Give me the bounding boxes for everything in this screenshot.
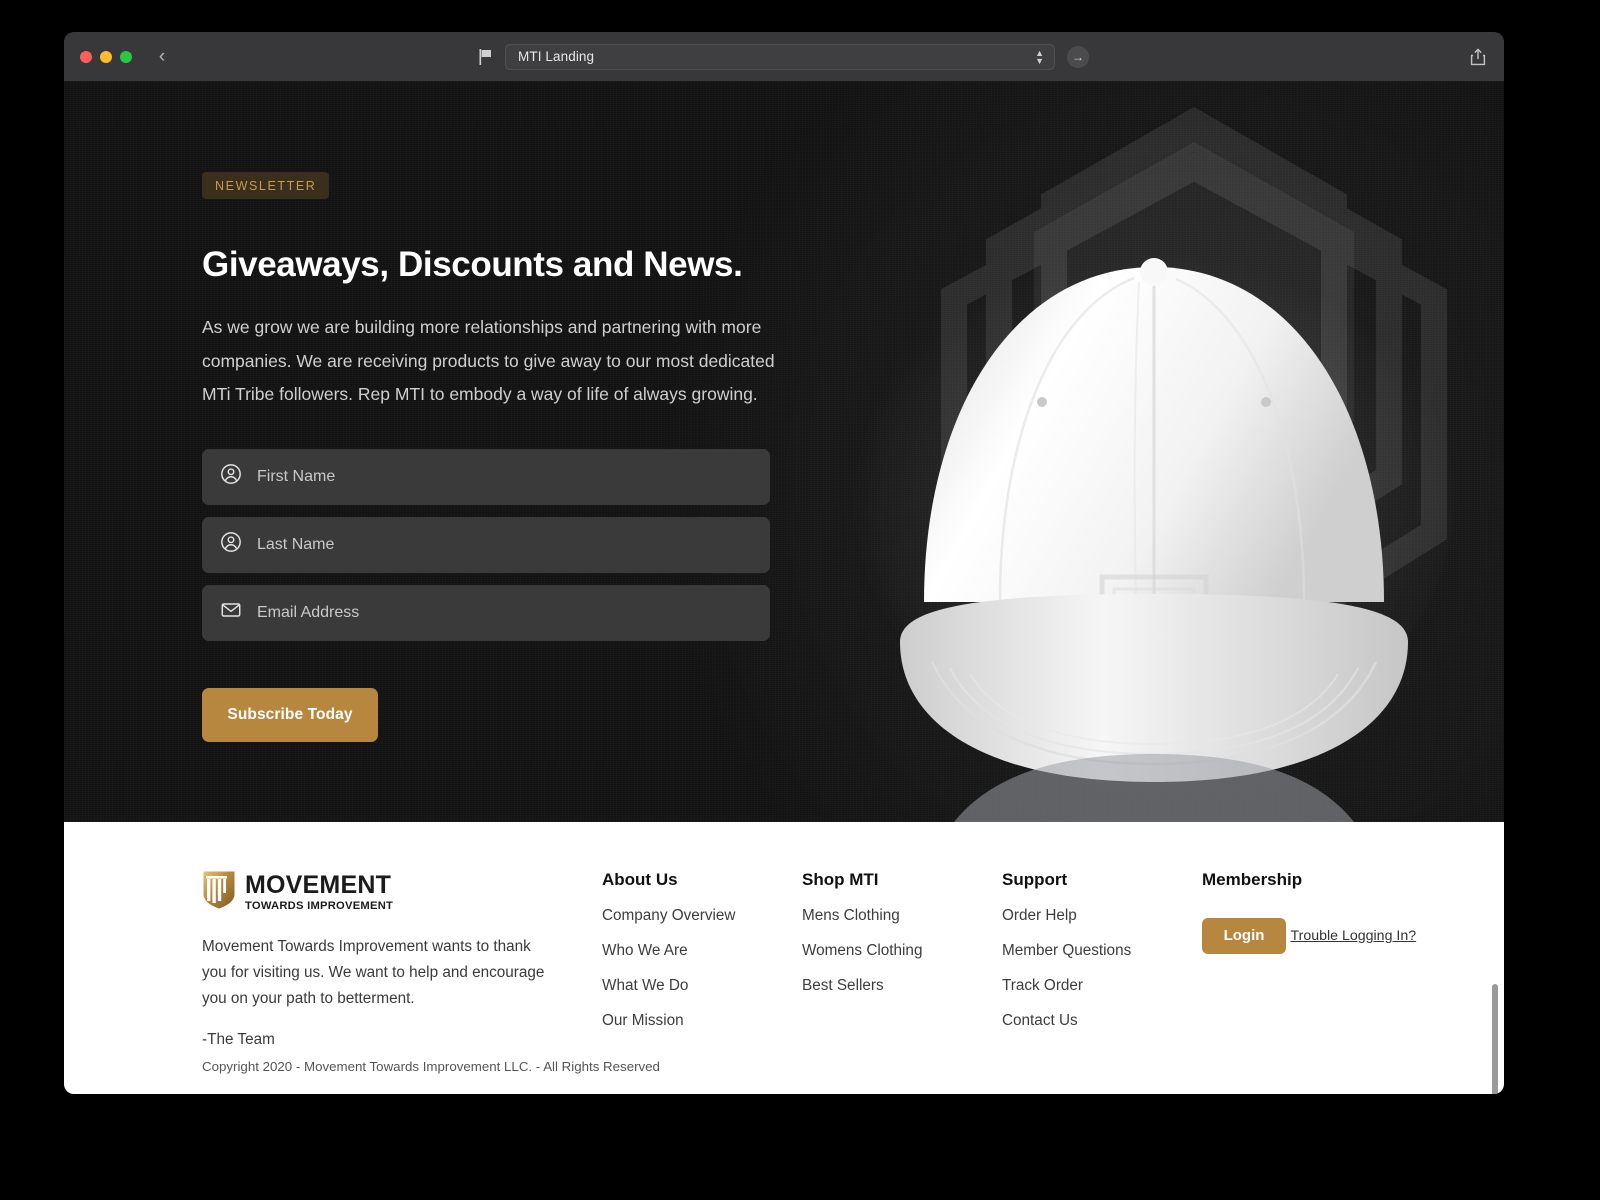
newsletter-badge: NEWSLETTER — [202, 172, 330, 199]
logo-main-text: MOVEMENT — [245, 870, 392, 899]
first-name-field[interactable]: First Name — [202, 448, 770, 505]
footer-column-about: About Us Company Overview Who We Are Wha… — [602, 870, 802, 1049]
hero-paragraph: As we grow we are building more relation… — [202, 317, 775, 404]
zoom-window-button[interactable] — [120, 50, 132, 63]
footer-column-support: Support Order Help Member Questions Trac… — [1002, 870, 1202, 1049]
footer-blurb: Movement Towards Improvement wants to th… — [202, 938, 545, 1007]
footer-link-womens-clothing[interactable]: Womens Clothing — [802, 942, 1002, 960]
footer-link-order-help[interactable]: Order Help — [1002, 907, 1202, 925]
email-placeholder: Email Address — [257, 603, 360, 621]
footer-link-best-sellers[interactable]: Best Sellers — [802, 977, 1002, 995]
footer-link-who-we-are[interactable]: Who We Are — [602, 942, 802, 960]
last-name-field[interactable]: Last Name — [202, 516, 770, 573]
flag-icon — [479, 48, 493, 65]
footer-link-track-order[interactable]: Track Order — [1002, 977, 1202, 995]
site-footer: MOVEMENT TOWARDS IMPROVEMENT Movement To… — [64, 822, 1504, 1094]
page-title: Giveaways, Discounts and News. — [202, 245, 743, 284]
newsletter-form: First Name Last Name Email Address Subsc… — [202, 448, 770, 742]
hero-content: NEWSLETTER Giveaways, Discounts and News… — [202, 172, 802, 742]
back-button[interactable]: ‹ — [154, 47, 170, 66]
page-viewport: NEWSLETTER Giveaways, Discounts and News… — [64, 82, 1504, 1094]
first-name-placeholder: First Name — [257, 467, 336, 485]
person-icon — [220, 463, 242, 490]
page-scrollbar[interactable] — [1492, 984, 1498, 1094]
title-bar: ‹ MTI Landing ▲ ▼ → — [64, 32, 1504, 82]
footer-brand-column: MOVEMENT TOWARDS IMPROVEMENT Movement To… — [202, 870, 602, 1049]
shield-icon — [202, 870, 236, 915]
copyright-text: Copyright 2020 - Movement Towards Improv… — [202, 1059, 660, 1074]
footer-column-membership: Membership Login Trouble Logging In? — [1202, 870, 1422, 1049]
subscribe-button[interactable]: Subscribe Today — [202, 687, 378, 742]
logo-sub-text: TOWARDS IMPROVEMENT — [245, 899, 394, 912]
go-button[interactable]: → — [1067, 45, 1089, 68]
share-icon[interactable] — [1470, 47, 1486, 66]
email-field[interactable]: Email Address — [202, 584, 770, 641]
footer-link-mens-clothing[interactable]: Mens Clothing — [802, 907, 1002, 925]
footer-column-title: About Us — [602, 870, 678, 889]
hero-artwork — [804, 82, 1504, 822]
newsletter-hero: NEWSLETTER Giveaways, Discounts and News… — [64, 82, 1504, 822]
footer-logo[interactable]: MOVEMENT TOWARDS IMPROVEMENT — [202, 870, 602, 915]
minimize-window-button[interactable] — [100, 50, 112, 63]
address-area: MTI Landing ▲ ▼ → — [64, 43, 1504, 70]
footer-signature: -The Team — [202, 1031, 275, 1048]
footer-column-title: Shop MTI — [802, 870, 879, 889]
traffic-lights — [80, 50, 132, 63]
browser-window: ‹ MTI Landing ▲ ▼ → NEWSLETTER Giveaways… — [64, 32, 1504, 1094]
envelope-icon — [220, 599, 242, 626]
trouble-logging-in-link[interactable]: Trouble Logging In? — [1290, 928, 1416, 944]
logo-wordmark: MOVEMENT TOWARDS IMPROVEMENT — [245, 870, 394, 912]
stepper-icon[interactable]: ▲ ▼ — [1035, 48, 1044, 65]
address-input[interactable]: MTI Landing ▲ ▼ — [505, 43, 1055, 70]
footer-link-our-mission[interactable]: Our Mission — [602, 1012, 802, 1030]
footer-link-company-overview[interactable]: Company Overview — [602, 907, 802, 925]
address-value: MTI Landing — [518, 49, 595, 64]
last-name-placeholder: Last Name — [257, 535, 335, 553]
login-button[interactable]: Login — [1202, 917, 1286, 954]
footer-column-title: Membership — [1202, 870, 1303, 889]
footer-column-shop: Shop MTI Mens Clothing Womens Clothing B… — [802, 870, 1002, 1049]
footer-link-what-we-do[interactable]: What We Do — [602, 977, 802, 995]
person-icon — [220, 531, 242, 558]
footer-link-contact-us[interactable]: Contact Us — [1002, 1012, 1202, 1030]
footer-column-title: Support — [1002, 870, 1068, 889]
close-window-button[interactable] — [80, 50, 92, 63]
footer-link-member-questions[interactable]: Member Questions — [1002, 942, 1202, 960]
